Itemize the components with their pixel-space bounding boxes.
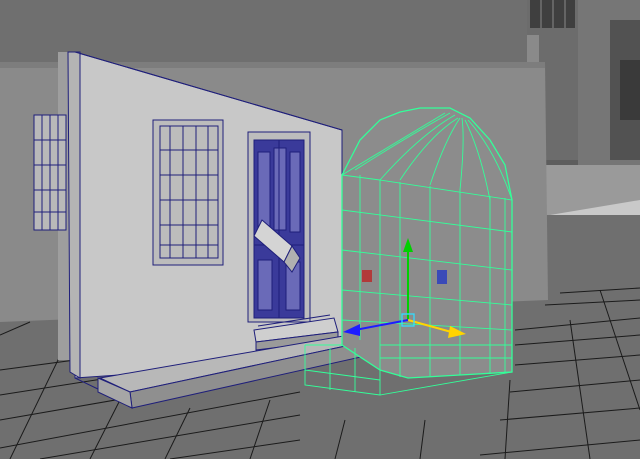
left-window[interactable] — [33, 114, 67, 231]
pivot-x-marker — [362, 270, 372, 282]
front-door[interactable] — [247, 131, 311, 323]
pivot-z-marker — [437, 270, 447, 284]
center-window[interactable] — [152, 119, 224, 266]
3d-viewport[interactable] — [0, 0, 640, 459]
